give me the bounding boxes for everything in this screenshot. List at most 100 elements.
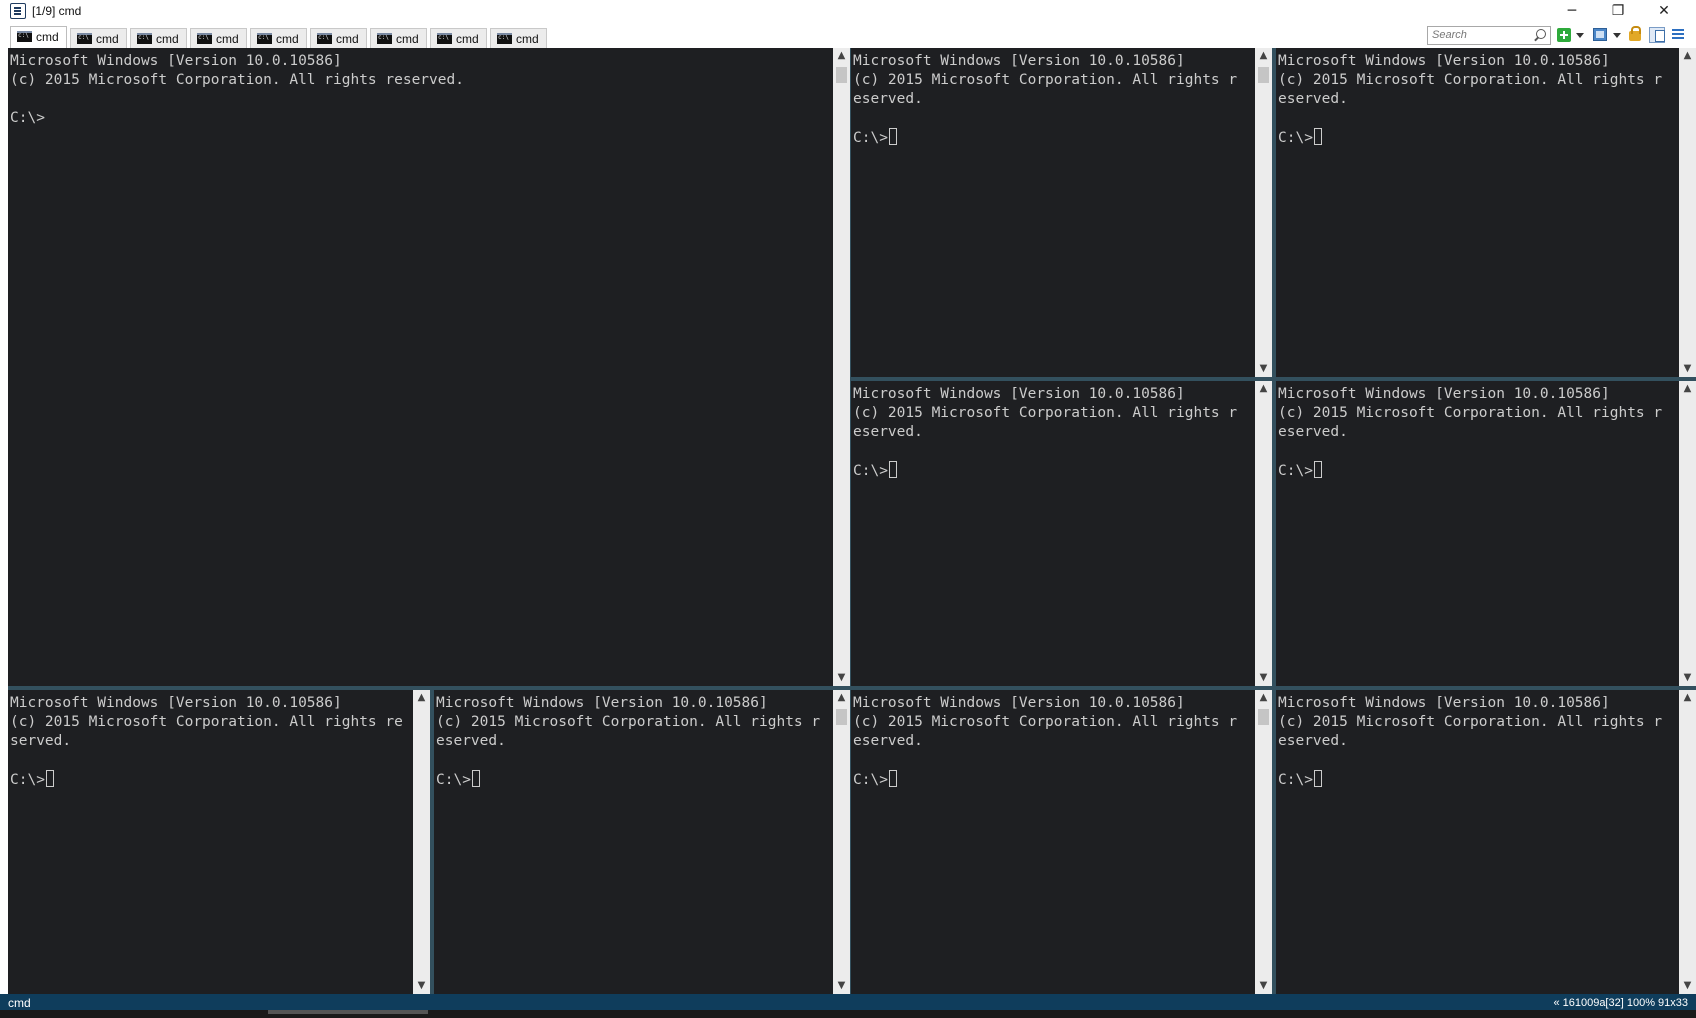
console-output[interactable]: Microsoft Windows [Version 10.0.10586] (… xyxy=(10,694,412,790)
scroll-down-arrow-icon[interactable]: ▼ xyxy=(836,981,847,991)
vertical-scrollbar[interactable]: ▲ ▼ xyxy=(1679,48,1696,377)
search-placeholder: Search xyxy=(1432,29,1467,41)
scroll-up-arrow-icon[interactable]: ▲ xyxy=(1682,51,1693,61)
split-dropdown-icon[interactable] xyxy=(1613,33,1621,38)
console-pane-8[interactable]: Microsoft Windows [Version 10.0.10586] (… xyxy=(851,690,1272,994)
console-output[interactable]: Microsoft Windows [Version 10.0.10586] (… xyxy=(853,694,1254,790)
tab-console-4[interactable]: cmd xyxy=(190,28,247,48)
tab-console-6[interactable]: cmd xyxy=(310,28,367,48)
vertical-scrollbar[interactable]: ▲ ▼ xyxy=(1679,381,1696,686)
taskbar-strip-thumb xyxy=(268,1010,428,1014)
scroll-up-arrow-icon[interactable]: ▲ xyxy=(836,51,847,61)
tab-console-8[interactable]: cmd xyxy=(430,28,487,48)
console-pane-5[interactable]: Microsoft Windows [Version 10.0.10586] (… xyxy=(1276,381,1696,686)
tab-console-1[interactable]: cmd xyxy=(10,26,67,48)
scroll-down-arrow-icon[interactable]: ▼ xyxy=(1682,673,1693,683)
console-output[interactable]: Microsoft Windows [Version 10.0.10586] (… xyxy=(1278,694,1678,790)
vertical-scrollbar[interactable]: ▲ ▼ xyxy=(1255,381,1272,686)
tab-label: cmd xyxy=(36,30,59,44)
split-icon[interactable] xyxy=(1593,28,1607,41)
vertical-splitter[interactable] xyxy=(430,690,434,994)
status-info[interactable]: « 161009a[32] 100% 91x33 xyxy=(1553,997,1688,1009)
scrollbar-thumb[interactable] xyxy=(1258,709,1269,725)
console-text: Microsoft Windows [Version 10.0.10586] xyxy=(1278,386,1610,402)
new-console-dropdown-icon[interactable] xyxy=(1576,33,1584,38)
scroll-down-arrow-icon[interactable]: ▼ xyxy=(416,981,427,991)
console-text: (c) 2015 Microsoft Corporation. All righ… xyxy=(10,714,403,730)
minimize-button[interactable]: ─ xyxy=(1549,0,1595,24)
console-pane-7[interactable]: Microsoft Windows [Version 10.0.10586] (… xyxy=(434,690,850,994)
text-cursor xyxy=(888,128,897,145)
console-text: eserved. xyxy=(853,424,923,440)
vertical-splitter[interactable] xyxy=(850,48,851,994)
console-pane-6[interactable]: Microsoft Windows [Version 10.0.10586] (… xyxy=(8,690,430,994)
menu-icon[interactable] xyxy=(1672,29,1684,39)
tab-console-2[interactable]: cmd xyxy=(70,28,127,48)
scroll-up-arrow-icon[interactable]: ▲ xyxy=(836,693,847,703)
search-icon[interactable] xyxy=(1536,29,1546,39)
search-input[interactable]: Search xyxy=(1427,26,1551,45)
cmd-icon xyxy=(437,33,452,44)
console-pane-2[interactable]: Microsoft Windows [Version 10.0.10586] (… xyxy=(851,48,1272,377)
cmd-icon xyxy=(257,33,272,44)
vertical-scrollbar[interactable]: ▲ ▼ xyxy=(833,690,850,994)
vertical-scrollbar[interactable]: ▲ ▼ xyxy=(413,690,430,994)
tab-label: cmd xyxy=(276,32,299,46)
console-pane-1[interactable]: Microsoft Windows [Version 10.0.10586] (… xyxy=(8,48,850,686)
tab-console-7[interactable]: cmd xyxy=(370,28,427,48)
tab-console-5[interactable]: cmd xyxy=(250,28,307,48)
vertical-scrollbar[interactable]: ▲ ▼ xyxy=(833,48,850,686)
close-button[interactable]: ✕ xyxy=(1641,0,1687,24)
text-cursor xyxy=(1313,770,1322,787)
console-prompt: C:\> xyxy=(1278,130,1313,146)
new-console-icon[interactable] xyxy=(1557,28,1571,42)
layout-icon[interactable] xyxy=(1649,27,1665,43)
tab-console-3[interactable]: cmd xyxy=(130,28,187,48)
console-workspace: Microsoft Windows [Version 10.0.10586] (… xyxy=(0,48,1696,994)
console-output[interactable]: Microsoft Windows [Version 10.0.10586] (… xyxy=(436,694,832,790)
scroll-up-arrow-icon[interactable]: ▲ xyxy=(1682,693,1693,703)
tab-console-9[interactable]: cmd xyxy=(490,28,547,48)
scroll-up-arrow-icon[interactable]: ▲ xyxy=(1258,51,1269,61)
vertical-scrollbar[interactable]: ▲ ▼ xyxy=(1255,690,1272,994)
text-cursor xyxy=(471,770,480,787)
restore-button[interactable]: ❐ xyxy=(1595,0,1641,24)
console-output[interactable]: Microsoft Windows [Version 10.0.10586] (… xyxy=(10,52,832,128)
scroll-up-arrow-icon[interactable]: ▲ xyxy=(1258,384,1269,394)
vertical-scrollbar[interactable]: ▲ ▼ xyxy=(1679,690,1696,994)
horizontal-splitter[interactable] xyxy=(8,686,1696,690)
scroll-up-arrow-icon[interactable]: ▲ xyxy=(1682,384,1693,394)
scroll-down-arrow-icon[interactable]: ▼ xyxy=(1258,364,1269,374)
vertical-splitter[interactable] xyxy=(1272,690,1276,994)
console-output[interactable]: Microsoft Windows [Version 10.0.10586] (… xyxy=(1278,52,1678,148)
console-text: (c) 2015 Microsoft Corporation. All righ… xyxy=(1278,72,1663,88)
console-output[interactable]: Microsoft Windows [Version 10.0.10586] (… xyxy=(853,52,1254,148)
console-pane-4[interactable]: Microsoft Windows [Version 10.0.10586] (… xyxy=(851,381,1272,686)
console-pane-9[interactable]: Microsoft Windows [Version 10.0.10586] (… xyxy=(1276,690,1696,994)
scroll-down-arrow-icon[interactable]: ▼ xyxy=(1682,364,1693,374)
tab-label: cmd xyxy=(396,32,419,46)
console-pane-3[interactable]: Microsoft Windows [Version 10.0.10586] (… xyxy=(1276,48,1696,377)
horizontal-splitter[interactable] xyxy=(851,377,1696,381)
scroll-down-arrow-icon[interactable]: ▼ xyxy=(1258,673,1269,683)
scrollbar-thumb[interactable] xyxy=(836,67,847,83)
scroll-up-arrow-icon[interactable]: ▲ xyxy=(416,693,427,703)
vertical-scrollbar[interactable]: ▲ ▼ xyxy=(1255,48,1272,377)
console-output[interactable]: Microsoft Windows [Version 10.0.10586] (… xyxy=(1278,385,1678,481)
scroll-down-arrow-icon[interactable]: ▼ xyxy=(1682,981,1693,991)
text-cursor xyxy=(888,461,897,478)
console-text: Microsoft Windows [Version 10.0.10586] xyxy=(1278,695,1610,711)
scrollbar-thumb[interactable] xyxy=(1258,67,1269,83)
cmd-icon xyxy=(77,33,92,44)
lock-icon[interactable] xyxy=(1629,26,1641,41)
conemu-app-icon[interactable] xyxy=(10,3,26,19)
scroll-up-arrow-icon[interactable]: ▲ xyxy=(1258,693,1269,703)
scroll-down-arrow-icon[interactable]: ▼ xyxy=(836,673,847,683)
window-title: [1/9] cmd xyxy=(32,4,82,18)
vertical-splitter[interactable] xyxy=(1272,48,1276,686)
console-text: (c) 2015 Microsoft Corporation. All righ… xyxy=(1278,405,1663,421)
scrollbar-thumb[interactable] xyxy=(836,709,847,725)
scroll-down-arrow-icon[interactable]: ▼ xyxy=(1258,981,1269,991)
console-output[interactable]: Microsoft Windows [Version 10.0.10586] (… xyxy=(853,385,1254,481)
console-text: served. xyxy=(10,733,72,749)
